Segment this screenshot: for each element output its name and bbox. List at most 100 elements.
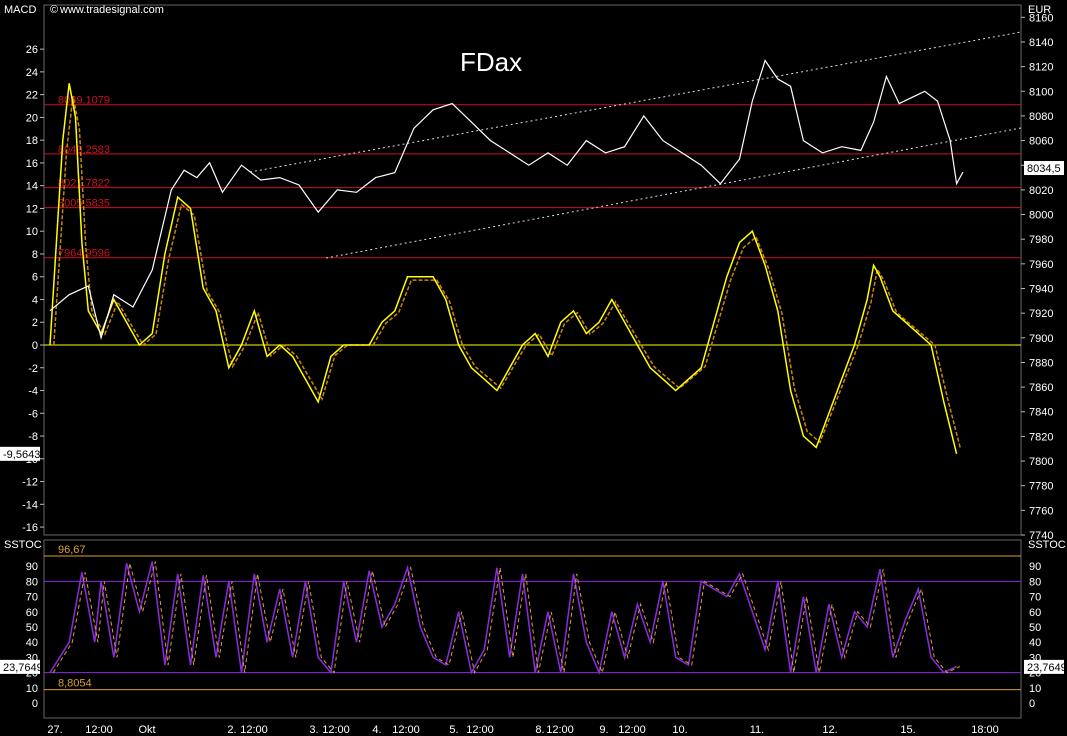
chart-canvas: 8089,10798049,25838021,78228005,58357964… xyxy=(0,4,1067,736)
macd-tick-label: -6 xyxy=(28,408,38,420)
x-axis-label: 2. xyxy=(227,724,236,736)
stoch-tick-label-left: 10 xyxy=(26,683,38,695)
price-tick-label: 7980 xyxy=(1029,234,1053,246)
price-tick-label: 7780 xyxy=(1029,481,1053,493)
x-axis-label: 12:00 xyxy=(85,724,113,736)
price-tick-label: 7940 xyxy=(1029,283,1053,295)
fibonacci-level-label: 8021,7822 xyxy=(58,178,110,190)
price-tick-label: 8060 xyxy=(1029,136,1053,148)
price-tick-label: 7820 xyxy=(1029,431,1053,443)
stoch-tick-label-left: 50 xyxy=(26,622,38,634)
macd-tick-label: 22 xyxy=(26,90,38,102)
stoch-tick-label-left: 70 xyxy=(26,592,38,604)
series-layer xyxy=(49,59,964,676)
x-axis-label: 15. xyxy=(900,724,915,736)
stoch-tick-label-left: 60 xyxy=(26,607,38,619)
chart-frame xyxy=(43,4,1022,719)
x-axis-label: 18:00 xyxy=(971,724,999,736)
fibonacci-level-label: 8089,1079 xyxy=(58,95,110,107)
level-lines: 8089,10798049,25838021,78228005,58357964… xyxy=(44,95,1021,691)
price-tick-label: 7960 xyxy=(1029,259,1053,271)
x-axis-label: 12. xyxy=(822,724,837,736)
stoch-tick-label-right: 70 xyxy=(1029,592,1041,604)
x-axis-label: 12:00 xyxy=(546,724,574,736)
stoch-level-label: 96,67 xyxy=(58,544,86,556)
x-axis-label: 12:00 xyxy=(466,724,494,736)
stoch-tick-label-left: 80 xyxy=(26,576,38,588)
last-stoch-label-right: 23,7649 xyxy=(1027,662,1067,674)
x-axis-label: 8. xyxy=(535,724,544,736)
macd-tick-label: 24 xyxy=(26,67,38,79)
macd-signal-line xyxy=(53,96,962,449)
fibonacci-level-label: 8049,2583 xyxy=(58,144,110,156)
macd-tick-label: 16 xyxy=(26,158,38,170)
macd-tick-label: -4 xyxy=(28,386,38,398)
macd-panel-label: MACD xyxy=(4,4,36,16)
macd-tick-label: 4 xyxy=(32,294,38,306)
x-axis-label: Okt xyxy=(138,724,155,736)
last-macd-label: -9,5643 xyxy=(3,449,40,461)
stoch-tick-label-left: 90 xyxy=(26,561,38,573)
macd-tick-label: 10 xyxy=(26,226,38,238)
chart-title: FDax xyxy=(460,47,522,77)
macd-tick-label: 26 xyxy=(26,44,38,56)
stoch-panel-label-left: SSTOC xyxy=(4,539,42,551)
stoch-tick-label-right: 40 xyxy=(1029,637,1041,649)
x-axis-label: 12:00 xyxy=(322,724,350,736)
macd-tick-label: 14 xyxy=(26,181,38,193)
stoch-panel-border xyxy=(43,539,1022,719)
copyright-icon: © xyxy=(50,4,58,16)
price-tick-label: 8140 xyxy=(1029,37,1053,49)
stoch-tick-label-right: 10 xyxy=(1029,683,1041,695)
x-axis-label: 3. xyxy=(309,724,318,736)
macd-tick-label: 0 xyxy=(32,340,38,352)
stoch-level-label: 8,8054 xyxy=(58,678,92,690)
macd-tick-label: -8 xyxy=(28,431,38,443)
macd-tick-label: 6 xyxy=(32,272,38,284)
price-tick-label: 8120 xyxy=(1029,62,1053,74)
last-stoch-label-left: 23,7649 xyxy=(3,662,43,674)
macd-tick-label: -14 xyxy=(22,499,38,511)
stoch-line xyxy=(49,561,957,676)
price-line xyxy=(49,59,964,341)
price-tick-label: 7760 xyxy=(1029,505,1053,517)
macd-tick-label: 2 xyxy=(32,317,38,329)
price-tick-label: 8080 xyxy=(1029,111,1053,123)
stoch-panel-label-right: SSTOC xyxy=(1028,539,1066,551)
price-tick-label: 8020 xyxy=(1029,185,1053,197)
macd-tick-label: 8 xyxy=(32,249,38,261)
stoch-tick-label-left: 0 xyxy=(32,698,38,710)
macd-tick-label: 18 xyxy=(26,135,38,147)
macd-tick-label: -2 xyxy=(28,363,38,375)
stoch-tick-label-right: 0 xyxy=(1029,698,1035,710)
price-tick-label: 7880 xyxy=(1029,357,1053,369)
price-tick-label: 7920 xyxy=(1029,308,1053,320)
x-axis-label: 12:00 xyxy=(618,724,646,736)
price-tick-label: 7900 xyxy=(1029,333,1053,345)
x-axis-label: 27. xyxy=(47,724,62,736)
x-axis-label: 4. xyxy=(372,724,381,736)
macd-tick-label: -16 xyxy=(22,522,38,534)
macd-tick-label: 20 xyxy=(26,112,38,124)
x-axis-label: 12:00 xyxy=(240,724,268,736)
macd-tick-label: 12 xyxy=(26,203,38,215)
last-price-label: 8034,5 xyxy=(1027,163,1061,175)
x-axis-label: 11. xyxy=(750,724,764,736)
source-label: www.tradesignal.com xyxy=(59,4,164,16)
price-tick-label: 7800 xyxy=(1029,456,1053,468)
x-axis-label: 10. xyxy=(672,724,687,736)
price-tick-label: 8000 xyxy=(1029,210,1053,222)
price-tick-label: 7840 xyxy=(1029,407,1053,419)
macd-tick-label: -12 xyxy=(22,477,38,489)
trend-channel xyxy=(249,31,1022,259)
stoch-tick-label-right: 60 xyxy=(1029,607,1041,619)
stoch-tick-label-right: 80 xyxy=(1029,576,1041,588)
price-tick-label: 7860 xyxy=(1029,382,1053,394)
x-axis-label: 5. xyxy=(449,724,458,736)
macd-panel-border xyxy=(43,4,1022,536)
stoch-tick-label-right: 90 xyxy=(1029,561,1041,573)
upper-trend-line xyxy=(249,31,1022,173)
macd-line xyxy=(49,83,958,454)
currency-label: EUR xyxy=(1028,4,1051,16)
x-axis-label: 12:00 xyxy=(392,724,420,736)
